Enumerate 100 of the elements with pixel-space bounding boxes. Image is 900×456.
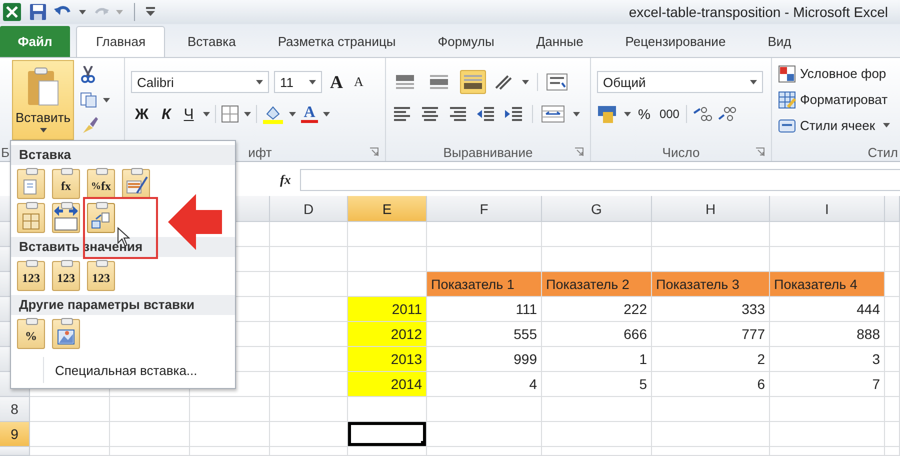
paste-option-button[interactable] [17, 169, 45, 199]
menu-item[interactable]: Специальная вставка... [55, 362, 198, 378]
increase-indent-icon[interactable] [504, 106, 524, 122]
styles-menu-item[interactable]: Форматироват [778, 88, 894, 111]
caret-icon [883, 123, 890, 128]
column-header[interactable]: G [542, 196, 652, 222]
paste-option-button[interactable]: fx [52, 169, 80, 199]
table-cell: 888 [770, 322, 885, 347]
paste-option-button[interactable] [52, 203, 80, 233]
caret-icon[interactable] [244, 112, 251, 116]
shrink-font-button[interactable]: A [351, 74, 366, 90]
decrease-decimal-icon[interactable] [717, 105, 738, 123]
increase-decimal-icon[interactable] [692, 105, 712, 123]
menu-section-title: Вставить значения [11, 237, 235, 257]
paste-option-button[interactable] [87, 203, 115, 233]
number-format-field[interactable]: Общий [597, 71, 763, 93]
group-label: Стил [868, 144, 898, 160]
table-cell: 2012 [348, 322, 427, 347]
paste-option-button[interactable]: 123 [52, 261, 80, 291]
ribbon-tab[interactable]: Разметка страницы [258, 26, 416, 57]
ribbon-tab[interactable]: Вставка [167, 26, 256, 57]
active-cell[interactable] [348, 422, 427, 447]
formula-input-field[interactable] [300, 169, 900, 191]
table-cell: 444 [770, 297, 885, 322]
column-header[interactable]: D [270, 196, 348, 222]
ribbon-tab[interactable]: Главная [76, 26, 166, 57]
merge-cells-icon[interactable] [541, 105, 565, 123]
caret-icon[interactable] [79, 10, 86, 14]
paste-option-button[interactable]: 123 [87, 261, 115, 291]
paste-button[interactable]: Вставить [12, 60, 74, 140]
align-left-icon[interactable] [392, 106, 412, 122]
ribbon-tab[interactable]: Данные [516, 26, 604, 57]
caret-icon[interactable] [573, 112, 580, 116]
underline-button[interactable]: Ч [180, 106, 198, 122]
copy-icon[interactable] [80, 92, 98, 108]
paste-option-button[interactable]: % [17, 319, 45, 349]
italic-button[interactable]: К [158, 106, 175, 122]
menu-section-title: Вставка [11, 145, 235, 165]
caret-icon[interactable] [256, 80, 263, 84]
row-header[interactable]: 8 [0, 397, 30, 422]
dialog-launcher-icon[interactable] [574, 147, 584, 157]
caret-icon[interactable] [103, 98, 110, 102]
dialog-launcher-icon[interactable] [369, 147, 379, 157]
borders-icon[interactable] [220, 105, 239, 123]
table-cell [885, 397, 900, 422]
scissors-icon[interactable] [80, 66, 96, 84]
ribbon-tab[interactable]: Вид [748, 26, 812, 57]
customize-icon[interactable] [146, 7, 155, 17]
styles-menu-item[interactable]: Условное фор [778, 62, 894, 85]
insert-function-button[interactable]: fx [280, 172, 300, 188]
currency-icon[interactable] [597, 104, 619, 124]
ribbon-tab[interactable]: Формулы [418, 26, 514, 57]
caret-icon[interactable] [624, 112, 631, 116]
column-header[interactable]: E [348, 196, 427, 222]
decrease-indent-icon[interactable] [476, 106, 496, 122]
caret-icon[interactable] [750, 80, 757, 84]
window-title: excel-table-transposition - Microsoft Excel [628, 4, 888, 20]
caret-icon[interactable] [288, 112, 296, 116]
column-header[interactable]: F [427, 196, 542, 222]
align-right-icon[interactable] [448, 106, 468, 122]
grow-font-button[interactable]: A [327, 72, 346, 92]
styles-menu-item[interactable]: Стили ячеек [778, 114, 894, 137]
caret-icon[interactable] [202, 112, 210, 116]
brush-icon[interactable] [80, 116, 98, 134]
column-header[interactable]: H [652, 196, 770, 222]
font-color-button[interactable]: A [300, 105, 318, 123]
fill-color-icon[interactable] [262, 104, 284, 124]
menu-section-title: Другие параметры вставки [11, 295, 235, 315]
align-bottom-button[interactable] [460, 70, 486, 94]
row-header[interactable]: 9 [0, 422, 30, 447]
group-label: Б [1, 144, 10, 160]
table-cell: 666 [542, 322, 652, 347]
bold-button[interactable]: Ж [131, 106, 153, 122]
table-cell: 999 [427, 347, 542, 372]
orientation-icon[interactable] [494, 74, 514, 90]
column-header[interactable]: I [770, 196, 885, 222]
paste-option-button[interactable] [122, 169, 150, 199]
font-name-field[interactable]: Calibri [131, 71, 269, 93]
thousands-separator-button[interactable]: 000 [657, 107, 682, 121]
save-icon[interactable] [29, 3, 47, 21]
dialog-launcher-icon[interactable] [755, 147, 765, 157]
paste-option-button[interactable] [52, 319, 80, 349]
caret-icon[interactable] [40, 128, 46, 133]
table-cell: 2014 [348, 372, 427, 397]
caret-icon[interactable] [309, 80, 316, 84]
table-cell: 6 [652, 372, 770, 397]
paste-option-button[interactable] [17, 203, 45, 233]
table-cell: 111 [427, 297, 542, 322]
file-tab[interactable]: Файл [0, 26, 70, 57]
align-center-icon[interactable] [420, 106, 440, 122]
font-size-field[interactable]: 11 [274, 71, 322, 93]
column-widths-icon [53, 205, 79, 231]
paste-option-button[interactable]: 123 [17, 261, 45, 291]
table-cell [885, 297, 900, 322]
caret-icon[interactable] [323, 112, 330, 116]
table-cell: Показатель 2 [542, 272, 652, 297]
wrap-text-icon[interactable] [546, 73, 568, 91]
percent-button[interactable]: % [636, 106, 652, 122]
ribbon-tab[interactable]: Рецензирование [605, 26, 746, 57]
caret-icon[interactable] [522, 80, 529, 84]
